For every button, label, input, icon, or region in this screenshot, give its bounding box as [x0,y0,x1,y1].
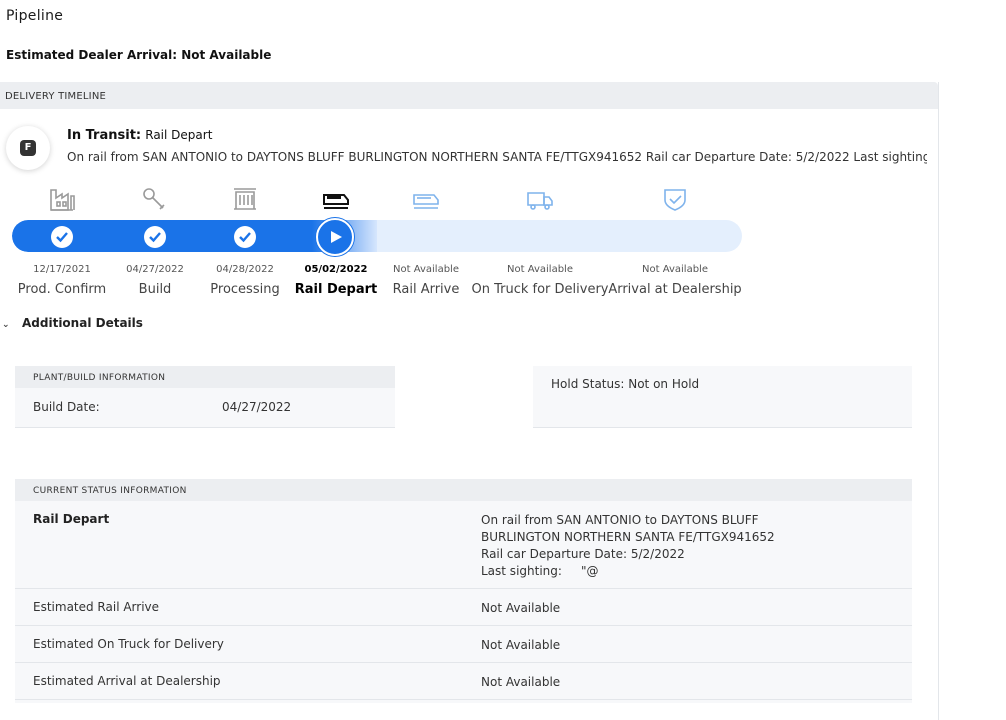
transit-status-label: In Transit: [67,128,142,143]
table-row: Estimated Rail Arrive Not Available [15,589,912,626]
status-value: Not Available [481,601,561,615]
additional-details-toggle[interactable]: ⌄ Additional Details [2,316,143,330]
shield-check-icon [660,186,690,212]
build-date-row: Build Date: 04/27/2022 [15,388,395,414]
prod-confirm-check-icon [51,226,73,248]
processing-check-icon [234,226,256,248]
status-value-line: Rail car Departure Date: 5/2/2022 [481,547,685,561]
transit-status-stage: Rail Depart [145,128,213,142]
brand-letter: F [20,140,36,156]
table-row: Estimated Arrival at Dealership Not Avai… [15,663,912,700]
plant-build-header: PLANT/BUILD INFORMATION [15,366,395,388]
additional-details-label: Additional Details [22,316,143,330]
train-icon [321,186,351,212]
build-date-value: 04/27/2022 [222,400,292,414]
transit-status-description: On rail from SAN ANTONIO to DAYTONS BLUF… [67,150,927,164]
status-value: On rail from SAN ANTONIO to DAYTONS BLUF… [481,512,775,580]
timeline-progress-track [12,220,742,252]
current-stage-play-icon [316,218,354,256]
current-status-header: CURRENT STATUS INFORMATION [15,479,912,501]
factory-icon [48,186,78,212]
transit-status-title: In Transit: Rail Depart [67,128,212,143]
status-value: Not Available [481,638,561,652]
build-check-icon [144,226,166,248]
status-key: Estimated Arrival at Dealership [33,674,221,688]
brand-badge: F [6,126,50,170]
container-icon [230,186,260,212]
stage-label-on-truck: On Truck for Delivery [471,282,609,297]
status-key: Rail Depart [33,512,110,526]
chevron-down-icon: ⌄ [2,320,10,330]
status-key: Estimated On Truck for Delivery [33,637,224,651]
status-key: Estimated Rail Arrive [33,600,160,614]
delivery-timeline-header: DELIVERY TIMELINE [0,82,938,109]
plant-build-card: PLANT/BUILD INFORMATION Build Date: 04/2… [15,366,395,428]
status-value-line: On rail from SAN ANTONIO to DAYTONS BLUF… [481,513,759,527]
stage-date-rail-arrive: Not Available [393,264,459,275]
table-row: Rail Depart On rail from SAN ANTONIO to … [15,501,912,589]
wrench-icon [140,186,170,212]
status-value: Not Available [481,675,561,689]
stage-label-arrival: Arrival at Dealership [608,282,742,297]
train-icon [411,186,441,212]
hold-status-text: Hold Status: Not on Hold [551,377,700,391]
page-title: Pipeline [6,8,64,24]
status-value-line: Last sighting: "@ [481,564,599,578]
stage-date-arrival: Not Available [642,264,708,275]
truck-icon [525,186,555,212]
delivery-timeline-panel: DELIVERY TIMELINE F In Transit: Rail Dep… [0,82,939,720]
hold-status-card: Hold Status: Not on Hold [533,366,912,428]
build-date-label: Build Date: [33,400,100,414]
stage-date-on-truck: Not Available [507,264,573,275]
current-status-card: CURRENT STATUS INFORMATION Rail Depart O… [15,479,912,703]
table-row: Estimated On Truck for Delivery Not Avai… [15,626,912,663]
status-value-line: BURLINGTON NORTHERN SANTA FE/TTGX941652 [481,530,775,544]
estimated-dealer-arrival: Estimated Dealer Arrival: Not Available [6,48,272,62]
